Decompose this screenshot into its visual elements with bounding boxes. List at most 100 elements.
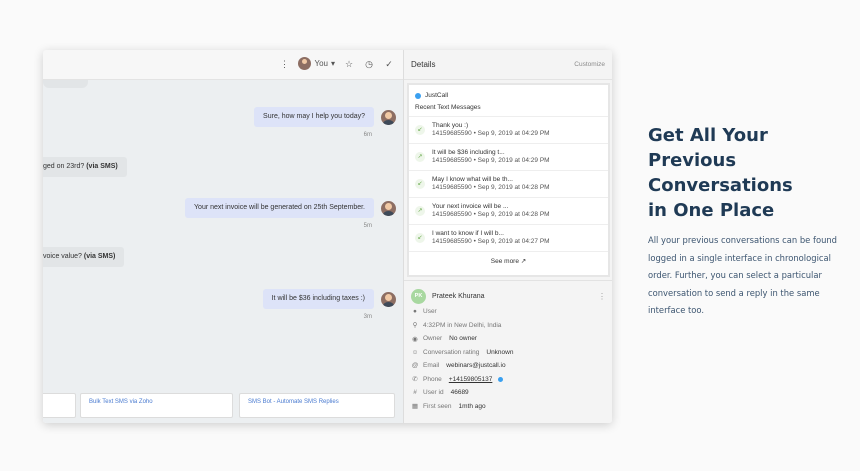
list-item-message: May I know what will be th...	[432, 176, 513, 183]
avatar	[298, 57, 312, 70]
message-time: 5m	[363, 223, 372, 229]
at-icon: @	[411, 362, 419, 370]
contact-rating-row: ☺ Conversation rating Unknown	[411, 346, 606, 360]
description-text: All your previous conversations can be f…	[648, 235, 838, 315]
incoming-arrow-icon: ↙	[415, 233, 425, 243]
message-bubble-outgoing: Sure, how may I help you today?	[254, 107, 374, 127]
conversation-toolbar: ⋮ You ▾ ☆ ◷ ✓	[278, 57, 395, 70]
contact-userid-row: # User id 46689	[411, 386, 606, 400]
list-item[interactable]: ↙ Thank you :) 14159685590 • Sep 9, 2019…	[409, 117, 608, 144]
contact-location: 4:32PM in New Delhi, India	[423, 321, 502, 329]
justcall-subtitle: Recent Text Messages	[409, 100, 608, 117]
conversation-pane: ⋮ You ▾ ☆ ◷ ✓ Sure, how may I help you t…	[43, 50, 403, 423]
message-channel: (via SMS)	[83, 253, 116, 260]
contact-location-row: ⚲ 4:32PM in New Delhi, India	[411, 319, 606, 333]
person-icon: ●	[413, 308, 417, 316]
list-item[interactable]: ↗ It will be $36 including t... 14159685…	[409, 144, 608, 171]
headline-line: in One Place	[648, 200, 775, 221]
check-icon[interactable]: ✓	[383, 58, 395, 70]
headline-line: Conversations	[648, 175, 793, 196]
message-bubble-partial	[43, 80, 88, 88]
contact-role-row: ● User	[411, 305, 606, 319]
list-item-text: It will be $36 including t... 1415968559…	[432, 149, 550, 165]
star-icon[interactable]: ☆	[343, 58, 355, 70]
list-item-meta: 14159685590 • Sep 9, 2019 at 04:29 PM	[432, 130, 550, 137]
agent-avatar	[381, 292, 396, 307]
app-window: ⋮ You ▾ ☆ ◷ ✓ Sure, how may I help you t…	[43, 50, 612, 423]
contact-card: PK Prateek Khurana ⋮ ● User ⚲ 4:32PM in …	[404, 280, 612, 423]
email-value[interactable]: webinars@justcall.io	[446, 362, 505, 369]
clock-icon[interactable]: ◷	[363, 58, 375, 70]
assignee-selector[interactable]: You ▾	[298, 57, 335, 70]
message-bubble-incoming: ged on 23rd? (via SMS)	[43, 157, 127, 177]
message-time: 6m	[363, 132, 372, 138]
outgoing-arrow-icon: ↗	[415, 206, 425, 216]
list-item-message: Thank you :)	[432, 122, 469, 129]
contact-phone-row: ✆ Phone +14159805137	[411, 373, 606, 387]
app-card[interactable]: SMS Bot - Automate SMS Replies	[239, 393, 395, 418]
headline-line: Get All Your	[648, 125, 768, 146]
owner-value[interactable]: No owner	[449, 335, 477, 342]
userid-value: 46689	[450, 389, 469, 397]
list-item-text: May I know what will be th... 1415968559…	[432, 176, 550, 192]
list-item-message: Your next invoice will be ...	[432, 203, 509, 210]
list-item-text: Your next invoice will be ... 1415968559…	[432, 203, 550, 219]
contact-name[interactable]: Prateek Khurana	[432, 293, 485, 300]
app-card-partial[interactable]	[43, 393, 76, 418]
more-vertical-icon[interactable]: ⋮	[278, 58, 290, 70]
justcall-badge-icon	[498, 376, 504, 382]
smiley-icon: ☺	[411, 348, 419, 356]
contact-header: PK Prateek Khurana ⋮	[411, 287, 606, 305]
outgoing-arrow-icon: ↗	[415, 152, 425, 162]
message-text: ged on 23rd?	[43, 163, 85, 170]
list-item[interactable]: ↙ May I know what will be th... 14159685…	[409, 171, 608, 198]
contact-email-row: @ Email webinars@justcall.io	[411, 359, 606, 373]
justcall-header: JustCall	[409, 85, 608, 100]
app-card[interactable]: Bulk Text SMS via Zoho	[80, 393, 233, 418]
message-text: voice value?	[43, 253, 82, 260]
calendar-icon: ▦	[411, 403, 419, 411]
firstseen-value: 1mth ago	[458, 402, 486, 410]
message-bubble-incoming: voice value? (via SMS)	[43, 247, 125, 267]
list-item-meta: 14159685590 • Sep 9, 2019 at 04:28 PM	[432, 184, 550, 191]
incoming-arrow-icon: ↙	[415, 179, 425, 189]
chevron-down-icon: ▾	[330, 59, 335, 68]
rating-label: Conversation rating	[423, 348, 480, 356]
message-bubble-outgoing: Your next invoice will be generated on 2…	[185, 198, 374, 218]
list-item-text: I want to know if I will b... 1415968559…	[432, 230, 550, 246]
conversation-header: ⋮ You ▾ ☆ ◷ ✓	[43, 50, 403, 88]
phone-value[interactable]: +14159805137	[449, 376, 493, 383]
agent-avatar	[381, 201, 396, 216]
owner-label: Owner	[423, 335, 443, 343]
list-item-meta: 14159685590 • Sep 9, 2019 at 04:27 PM	[432, 238, 550, 245]
headline-line: Previous	[648, 150, 737, 171]
contact-firstseen-row: ▦ First seen 1mth ago	[411, 400, 606, 414]
list-item-text: Thank you :) 14159685590 • Sep 9, 2019 a…	[432, 122, 550, 138]
list-item-meta: 14159685590 • Sep 9, 2019 at 04:28 PM	[432, 211, 550, 218]
assignee-label: You	[314, 59, 328, 68]
phone-icon: ✆	[412, 376, 418, 384]
location-pin-icon: ⚲	[412, 322, 418, 330]
details-panel: Details Customize JustCall Recent Text M…	[403, 50, 612, 423]
contact-owner-row: ◉ Owner No owner	[411, 332, 606, 346]
see-more-link[interactable]: See more ↗	[409, 252, 608, 265]
list-item-message: I want to know if I will b...	[432, 230, 504, 237]
more-vertical-icon[interactable]: ⋮	[598, 292, 606, 301]
justcall-widget: JustCall Recent Text Messages ↙ Thank yo…	[407, 83, 610, 277]
details-header: Details Customize	[404, 50, 612, 80]
phone-label: Phone	[423, 375, 442, 383]
firstseen-label: First seen	[423, 402, 452, 410]
incoming-arrow-icon: ↙	[415, 125, 425, 135]
customize-link[interactable]: Customize	[574, 61, 605, 68]
details-title: Details	[411, 60, 436, 69]
page-title: Get All Your Previous Conversations in O…	[648, 123, 838, 223]
page: ⋮ You ▾ ☆ ◷ ✓ Sure, how may I help you t…	[0, 0, 860, 471]
list-item[interactable]: ↙ I want to know if I will b... 14159685…	[409, 225, 608, 252]
owner-icon: ◉	[412, 335, 418, 343]
message-time: 3m	[363, 314, 372, 320]
avatar: PK	[411, 288, 426, 304]
list-item[interactable]: ↗ Your next invoice will be ... 14159685…	[409, 198, 608, 225]
email-label: Email	[423, 362, 440, 370]
list-item-meta: 14159685590 • Sep 9, 2019 at 04:29 PM	[432, 157, 550, 164]
userid-label: User id	[423, 389, 444, 397]
